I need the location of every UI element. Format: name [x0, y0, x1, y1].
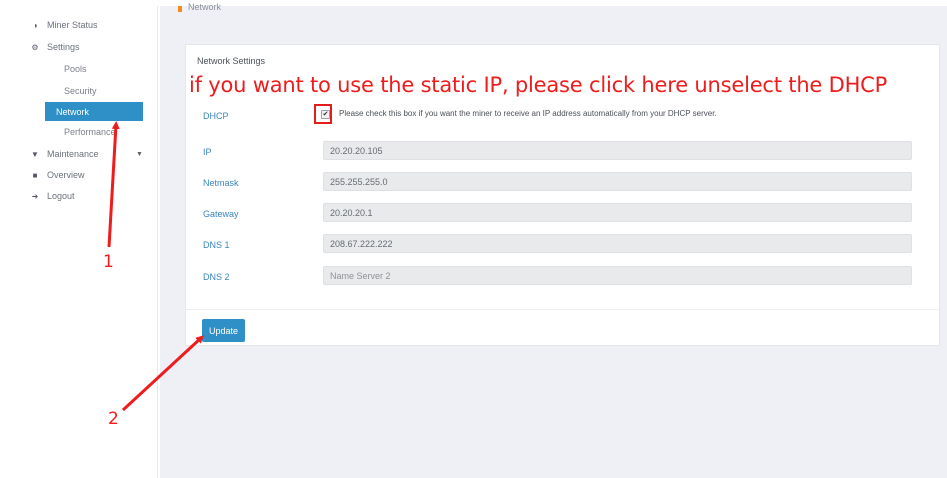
sidebar-item-label: Settings	[47, 42, 80, 52]
sidebar-subitem-label: Network	[56, 106, 90, 117]
sidebar-item-label: Maintenance	[47, 149, 99, 159]
sidebar-subitem-label: Security	[64, 85, 97, 96]
netmask-label: Netmask	[203, 178, 239, 188]
card-title: Network Settings	[197, 56, 266, 66]
dns1-label: DNS 1	[203, 240, 230, 250]
sidebar-item-settings[interactable]: ⚙ Settings	[9, 37, 80, 57]
sidebar-item-overview[interactable]: ■ Overview	[9, 165, 85, 185]
netmask-input[interactable]: 255.255.255.0	[323, 172, 912, 191]
book-icon: ■	[32, 170, 38, 180]
ip-input[interactable]: 20.20.20.105	[323, 141, 912, 160]
sidebar-item-miner-status[interactable]: ◑ Miner Status	[9, 15, 98, 35]
dhcp-help-text: Please check this box if you want the mi…	[339, 109, 717, 118]
sidebar-subitem-network[interactable]: Network	[45, 102, 143, 121]
sidebar-subitem-security[interactable]: Security	[64, 81, 97, 100]
card-divider	[186, 309, 939, 310]
sidebar-subitem-performance[interactable]: Performance	[64, 122, 116, 141]
sidebar-item-logout[interactable]: ➜ Logout	[9, 186, 75, 206]
update-button[interactable]: Update	[202, 319, 245, 342]
sidebar-subitem-label: Performance	[64, 126, 116, 137]
sidebar-subitem-pools[interactable]: Pools	[64, 59, 87, 78]
sidebar-item-maintenance[interactable]: ▼ Maintenance	[9, 144, 99, 164]
breadcrumb-marker	[178, 6, 182, 12]
sidebar-subitem-label: Pools	[64, 63, 87, 74]
gateway-input[interactable]: 20.20.20.1	[323, 203, 912, 222]
chevron-down-icon[interactable]: ▼	[136, 151, 143, 158]
sign-out-icon: ➜	[31, 191, 39, 201]
annotation-step-2: 2	[108, 409, 119, 429]
sidebar-item-label: Overview	[47, 170, 85, 180]
sidebar-item-label: Miner Status	[47, 20, 98, 30]
cogs-icon: ⚙	[31, 42, 39, 52]
sidebar: ◑ Miner Status ⚙ Settings Pools Security…	[9, 6, 158, 478]
dashboard-icon: ◑	[32, 20, 38, 30]
dns2-input[interactable]: Name Server 2	[323, 266, 912, 285]
annotation-highlight-box	[314, 104, 332, 124]
dns2-label: DNS 2	[203, 272, 230, 282]
annotation-instruction: if you want to use the static IP, please…	[189, 73, 888, 97]
dns1-input[interactable]: 208.67.222.222	[323, 234, 912, 253]
annotation-step-1: 1	[103, 252, 114, 272]
sidebar-item-label: Logout	[47, 191, 75, 201]
plug-icon: ▼	[31, 149, 39, 159]
breadcrumb: Network	[188, 2, 222, 12]
dhcp-label: DHCP	[203, 111, 229, 121]
ip-label: IP	[203, 147, 212, 157]
gateway-label: Gateway	[203, 209, 239, 219]
screen: ◑ Miner Status ⚙ Settings Pools Security…	[0, 0, 947, 478]
